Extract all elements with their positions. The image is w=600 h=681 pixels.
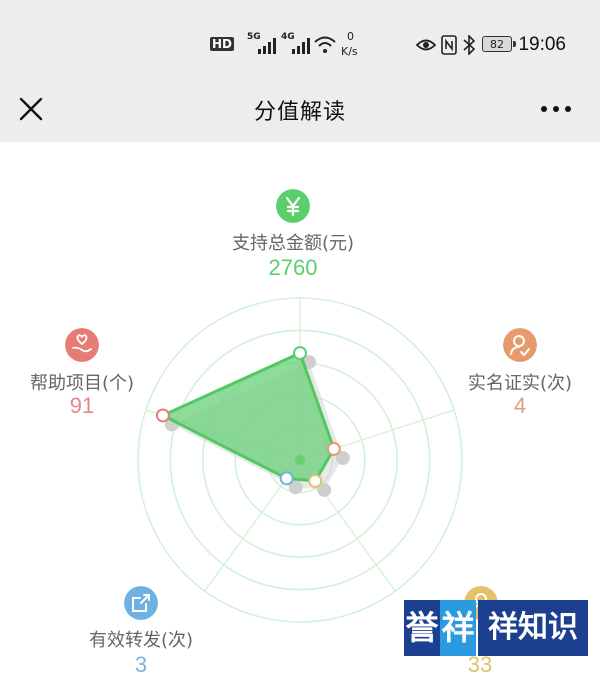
clock: 19:06 bbox=[518, 34, 566, 55]
watermark-part1: 誉 bbox=[404, 600, 440, 656]
yen-icon bbox=[276, 189, 310, 223]
radar-point-help bbox=[155, 408, 170, 423]
radar-center bbox=[295, 455, 305, 465]
more-icon[interactable] bbox=[538, 94, 574, 124]
dim-value-support: 2760 bbox=[268, 255, 318, 280]
dim-label-realname: 实名证实(次) bbox=[467, 373, 573, 394]
signal-icon bbox=[258, 38, 276, 54]
signal-icon bbox=[292, 38, 310, 54]
dim-label-support: 支持总金额(元) bbox=[231, 233, 355, 254]
person-check-icon bbox=[503, 328, 537, 362]
wifi-icon bbox=[314, 36, 336, 53]
radar-point-share bbox=[279, 471, 294, 486]
dim-value-share: 3 bbox=[134, 652, 148, 677]
dim-value-realname: 4 bbox=[513, 393, 527, 418]
heart-hand-icon bbox=[65, 328, 99, 362]
battery-icon: 82 bbox=[482, 36, 516, 52]
net-speed-unit: K/s bbox=[341, 45, 358, 58]
watermark-part2: 祥 bbox=[440, 600, 476, 656]
radar-point-realname bbox=[326, 441, 341, 456]
net-speed-value: 0 bbox=[347, 30, 354, 43]
nfc-icon bbox=[441, 35, 457, 55]
bluetooth-icon bbox=[463, 35, 476, 55]
status-bar: HD 5G 4G 0 K/s 82 19:06 bbox=[0, 0, 600, 80]
page-title: 分值解读 bbox=[253, 100, 346, 125]
watermark-logo: 誉 祥 祥知识 bbox=[404, 600, 588, 656]
dim-value-help: 91 bbox=[69, 393, 95, 418]
radar-point-fifth bbox=[308, 473, 323, 488]
eye-icon bbox=[416, 39, 436, 51]
watermark-part3: 祥知识 bbox=[478, 600, 588, 656]
dim-label-share: 有效转发(次) bbox=[88, 630, 194, 651]
dim-label-help: 帮助项目(个) bbox=[29, 373, 135, 394]
hd-badge: HD bbox=[210, 37, 235, 51]
radar-point-support bbox=[293, 346, 307, 361]
share-icon bbox=[124, 586, 158, 620]
nav-bar: 分值解读 bbox=[0, 80, 600, 142]
